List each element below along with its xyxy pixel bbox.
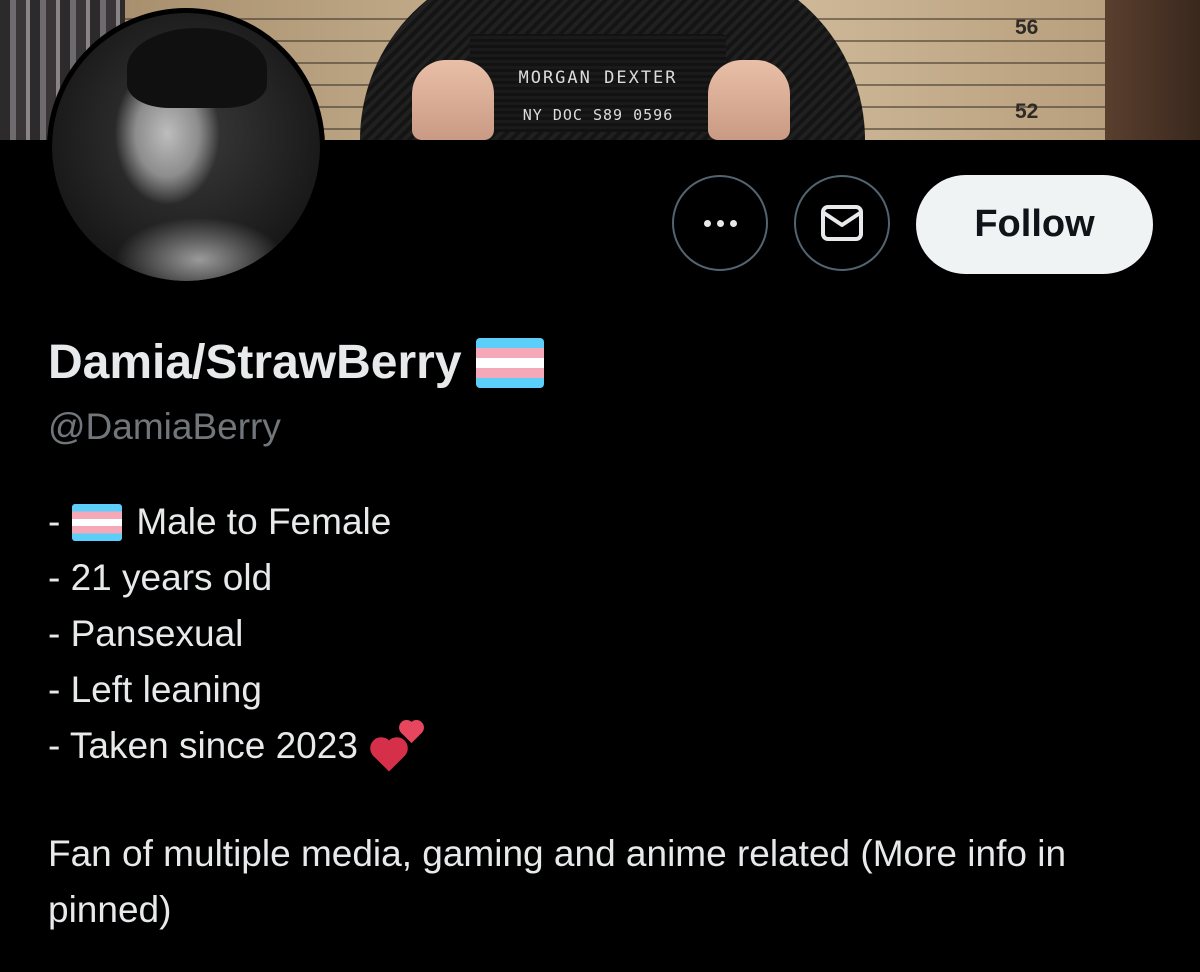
bio-text: - Left leaning xyxy=(48,669,262,710)
envelope-icon xyxy=(821,205,863,241)
bio-line: - Male to Female xyxy=(48,494,424,550)
bio-dash: - xyxy=(48,501,61,542)
bio-text: - 21 years old xyxy=(48,557,273,598)
height-mark: 52 xyxy=(1015,100,1039,123)
bio-description: Fan of multiple media, gaming and anime … xyxy=(48,833,1067,930)
bio-line: - Left leaning xyxy=(48,662,424,718)
message-button[interactable] xyxy=(794,175,890,271)
bio-line: - Pansexual xyxy=(48,606,424,662)
bio-text: Male to Female xyxy=(136,501,392,542)
more-horizontal-icon xyxy=(703,219,737,227)
transgender-flag-icon xyxy=(72,503,123,541)
bio-line: - Taken since 2023 xyxy=(48,718,424,774)
bio-line: - 21 years old xyxy=(48,550,424,606)
avatar-hair xyxy=(127,28,267,108)
board-name: MORGAN DEXTER xyxy=(518,68,678,88)
left-hand xyxy=(412,60,494,140)
name-board: MORGAN DEXTER NY DOC S89 0596 xyxy=(470,34,726,132)
transgender-flag-icon xyxy=(475,337,544,388)
height-mark: 56 xyxy=(1015,16,1039,39)
follow-button[interactable]: Follow xyxy=(916,175,1153,274)
display-name-row: Damia/StrawBerry xyxy=(48,335,544,390)
board-id: NY DOC S89 0596 xyxy=(522,106,674,124)
bio-text: - Pansexual xyxy=(48,613,244,654)
bio: - Male to Female - 21 years old - Pansex… xyxy=(48,494,424,774)
avatar[interactable] xyxy=(47,8,325,286)
banner-door xyxy=(1105,0,1200,140)
bio-text: - Taken since 2023 xyxy=(48,725,358,766)
user-handle: @DamiaBerry xyxy=(48,406,281,447)
right-hand xyxy=(708,60,790,140)
two-hearts-icon xyxy=(372,721,424,772)
more-options-button[interactable] xyxy=(672,175,768,271)
display-name: Damia/StrawBerry xyxy=(48,336,462,389)
